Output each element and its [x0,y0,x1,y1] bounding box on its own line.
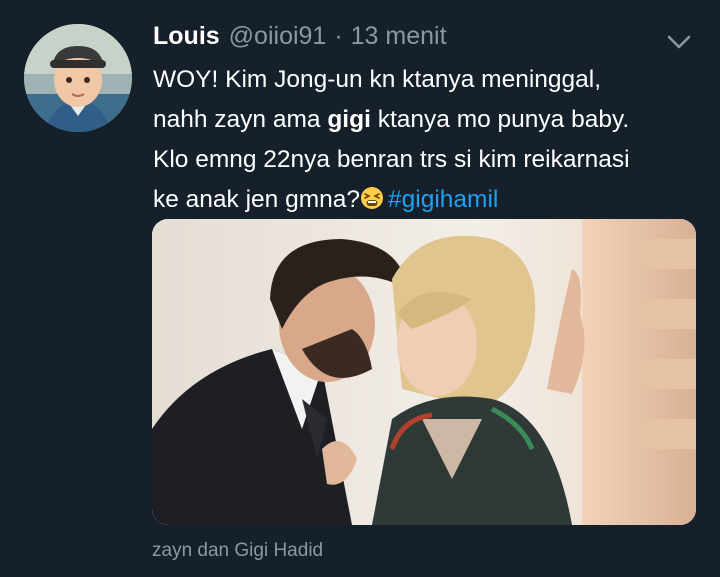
tweet-menu-button[interactable] [664,30,694,54]
avatar-photo [24,24,132,132]
tweet-text-line: ke anak jen gmna? #gigihamil [153,180,703,220]
media-caption: zayn dan Gigi Hadid [152,540,324,561]
tweet-text-line: nahh zayn ama gigi ktanya mo punya baby. [153,100,703,140]
tweet-text: WOY! Kim Jong-un kn ktanya meninggal, na… [153,60,703,220]
tired-face-emoji-icon [361,187,384,209]
tweet-media-image[interactable] [152,219,696,525]
hashtag-link[interactable]: #gigihamil [388,186,498,213]
tweet-text-line: Klo emng 22nya benran trs si kim reikarn… [153,146,630,173]
tweet-header: Louis @oiioi91 · 13 menit [153,22,447,56]
tweet-text-line: WOY! Kim Jong-un kn ktanya meninggal, [153,66,602,93]
separator-dot: · [334,22,343,50]
photo-couple [152,219,696,525]
bold-keyword: gigi [327,106,371,133]
tweet-timestamp[interactable]: 13 menit [351,22,447,51]
tweet-text-segment: nahh zayn ama [153,106,328,133]
author-name[interactable]: Louis [153,22,220,51]
author-avatar[interactable] [24,24,132,132]
author-handle[interactable]: @oiioi91 [229,22,327,51]
tweet-text-segment: ktanya mo punya baby. [370,106,630,133]
tweet-text-segment: ke anak jen gmna? [153,186,361,213]
chevron-down-icon [667,35,691,49]
